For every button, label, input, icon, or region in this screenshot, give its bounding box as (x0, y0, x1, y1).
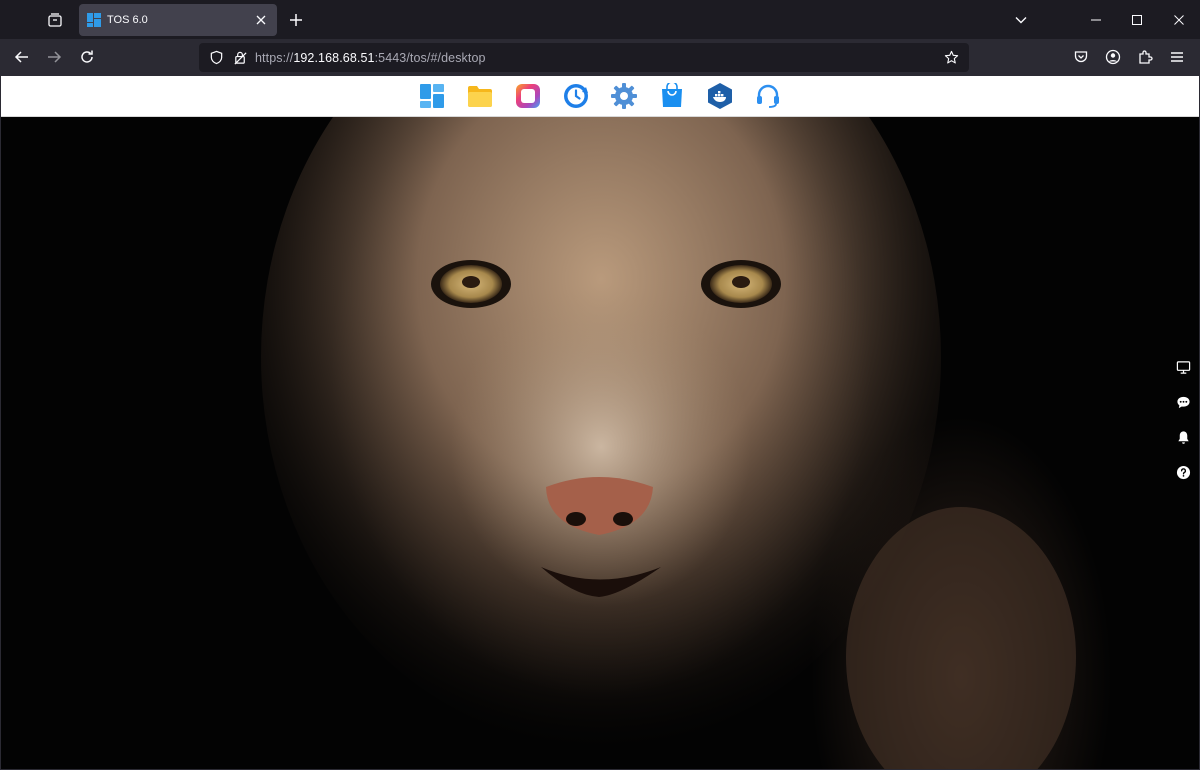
dock-app-center[interactable] (658, 82, 686, 110)
settings-icon (611, 83, 637, 109)
desktop-wallpaper (1, 117, 1199, 769)
pocket-icon (1074, 51, 1088, 63)
tab-list-button[interactable] (40, 5, 70, 35)
url-host: 192.168.68.51 (293, 50, 375, 65)
arrow-right-icon (48, 51, 62, 63)
list-all-tabs-button[interactable] (1006, 5, 1036, 35)
support-icon (757, 84, 779, 108)
dock-file-manager[interactable] (466, 82, 494, 110)
minimize-icon (1091, 19, 1101, 20)
window-border-left (0, 76, 1, 770)
tab-title: TOS 6.0 (107, 14, 148, 26)
app-launcher-icon (420, 84, 444, 108)
close-icon (256, 15, 266, 25)
lynx-wallpaper-illustration (261, 117, 1076, 769)
photos-icon (516, 84, 540, 108)
chat-icon (1177, 396, 1190, 409)
address-bar[interactable]: https://192.168.68.51:5443/tos/#/desktop (199, 43, 969, 72)
docker-icon (708, 83, 732, 109)
tab-close-button[interactable] (253, 12, 269, 28)
tos-favicon-icon (87, 13, 101, 27)
side-monitor-button[interactable] (1175, 359, 1192, 376)
tab-strip: TOS 6.0 (0, 0, 1200, 39)
dock-docker[interactable] (706, 82, 734, 110)
side-toolbar (1175, 359, 1192, 481)
side-help-button[interactable] (1175, 464, 1192, 481)
tos-desktop (1, 76, 1199, 769)
star-icon (944, 50, 958, 64)
bookmark-star-button[interactable] (941, 48, 961, 68)
dock-backup[interactable] (562, 82, 590, 110)
file-manager-icon (468, 86, 492, 107)
help-icon (1176, 465, 1191, 480)
arrow-left-icon (14, 51, 28, 63)
side-notifications-button[interactable] (1175, 429, 1192, 446)
app-dock (1, 76, 1199, 117)
account-icon (1105, 49, 1121, 65)
dock-app-launcher[interactable] (418, 82, 446, 110)
close-icon (1174, 14, 1184, 25)
navigation-toolbar: https://192.168.68.51:5443/tos/#/desktop (0, 39, 1200, 76)
puzzle-icon (1139, 50, 1153, 64)
chevron-down-icon (1015, 17, 1027, 24)
plus-icon (290, 14, 302, 26)
bell-icon (1178, 431, 1189, 444)
url-path: :5443/tos/#/desktop (374, 50, 486, 65)
app-center-icon (662, 83, 682, 107)
app-menu-button[interactable] (1162, 42, 1192, 72)
extensions-button[interactable] (1130, 42, 1160, 72)
dock-settings[interactable] (610, 82, 638, 110)
maximize-icon (1132, 14, 1142, 25)
back-button[interactable] (7, 42, 37, 72)
window-close-button[interactable] (1158, 0, 1200, 39)
tab-tos[interactable]: TOS 6.0 (79, 4, 277, 36)
tab-list-icon (48, 13, 62, 27)
reload-icon (81, 50, 93, 63)
insecure-lock-icon[interactable] (231, 49, 249, 67)
dock-support[interactable] (754, 82, 782, 110)
minimize-button[interactable] (1075, 0, 1117, 39)
hamburger-icon (1171, 52, 1183, 62)
tracking-protection-icon[interactable] (207, 49, 225, 67)
account-button[interactable] (1098, 42, 1128, 72)
dock-photos[interactable] (514, 82, 542, 110)
new-tab-button[interactable] (282, 5, 310, 35)
url-text[interactable]: https://192.168.68.51:5443/tos/#/desktop (255, 51, 941, 65)
reload-button[interactable] (72, 42, 102, 72)
forward-button[interactable] (39, 42, 69, 72)
maximize-button[interactable] (1116, 0, 1158, 39)
backup-icon (564, 84, 588, 108)
url-scheme: https:// (255, 50, 294, 65)
side-chat-button[interactable] (1175, 394, 1192, 411)
pocket-button[interactable] (1066, 42, 1096, 72)
monitor-icon (1176, 361, 1191, 374)
